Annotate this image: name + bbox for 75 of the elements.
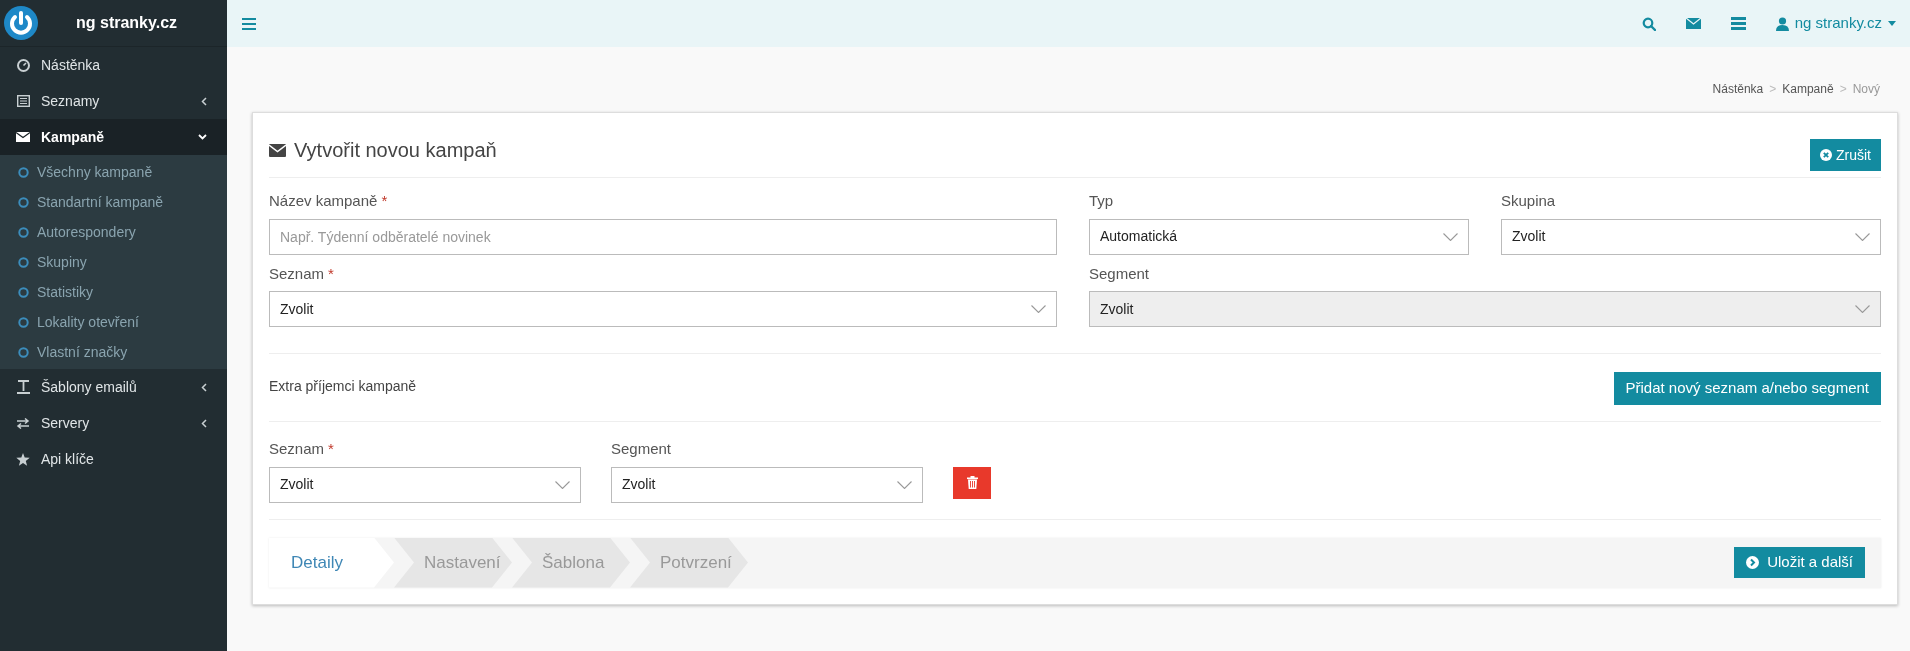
select-field[interactable]: Automatická — [1089, 218, 1469, 255]
chevron-down-icon — [1855, 232, 1870, 241]
save-next-button[interactable]: Uložit a další — [1734, 547, 1865, 578]
select-field[interactable]: Zvolit — [269, 291, 1057, 327]
chevron-down-icon — [1443, 232, 1458, 241]
breadcrumb-separator: > — [1839, 81, 1847, 98]
circle-icon — [18, 166, 29, 178]
envelope-icon[interactable] — [1685, 18, 1701, 29]
sidebar-subitem[interactable]: Lokality otevření — [0, 307, 227, 337]
wizard-step[interactable]: Potvrzení — [630, 537, 748, 588]
wizard-step[interactable]: Detaily — [269, 537, 394, 588]
sidebar-item[interactable]: Seznamy — [0, 83, 227, 119]
field-label: Seznam — [269, 439, 325, 459]
server-list-icon[interactable] — [1730, 17, 1746, 30]
breadcrumb-link[interactable]: Nástěnka — [1712, 80, 1764, 98]
user-menu[interactable]: ng stranky.cz — [1775, 12, 1896, 35]
user-icon — [1775, 16, 1789, 31]
circle-icon — [18, 316, 29, 328]
select-field[interactable]: Zvolit — [611, 466, 923, 503]
chevron-down-icon — [1855, 305, 1870, 313]
section-label: Extra příjemci kampaně — [269, 377, 417, 396]
brand-name: ng stranky.cz — [76, 13, 178, 33]
circle-icon — [18, 196, 29, 208]
sidebar-subitem[interactable]: Standartní kampaně — [0, 187, 227, 217]
sidebar-subitem[interactable]: Skupiny — [0, 247, 227, 277]
field-label: Segment — [611, 439, 672, 459]
trash-icon — [966, 476, 978, 489]
sidebar-item[interactable]: Kampaně — [0, 119, 227, 155]
caret-icon — [1888, 21, 1896, 26]
add-list-button[interactable]: Přidat nový seznam a/nebo segment — [1613, 372, 1881, 405]
select-field[interactable]: Zvolit — [269, 466, 581, 503]
sidebar-subitem[interactable]: Vlastní značky — [0, 337, 227, 367]
wizard-step[interactable]: Nastavení — [394, 537, 512, 588]
circle-icon — [18, 226, 29, 238]
field-label: Skupina — [1501, 191, 1556, 211]
sidebar-subitem[interactable]: Všechny kampaně — [0, 157, 227, 187]
list-icon — [16, 95, 30, 107]
circle-icon — [18, 286, 29, 298]
chevron-circle-icon — [1746, 556, 1760, 569]
power-logo-icon — [4, 6, 38, 40]
search-icon[interactable] — [1641, 16, 1656, 31]
sidebar-item[interactable]: Servery — [0, 405, 227, 441]
close-circle-icon — [1820, 149, 1832, 161]
breadcrumb-separator: > — [1769, 81, 1777, 98]
circle-icon — [18, 346, 29, 358]
card-title: Vytvořit novou kampaň — [294, 138, 497, 163]
delete-button[interactable] — [953, 466, 991, 499]
field-label: Segment — [1089, 263, 1150, 284]
text-icon — [16, 380, 30, 394]
required-mark: * — [328, 263, 334, 284]
select-field[interactable]: Zvolit — [1501, 218, 1881, 255]
exchange-icon — [16, 417, 30, 429]
circle-icon — [18, 256, 29, 268]
cancel-button[interactable]: Zrušit — [1810, 139, 1881, 171]
dashboard-icon — [16, 58, 30, 72]
menu-icon[interactable] — [242, 17, 256, 30]
chevron-down-icon — [897, 480, 912, 489]
wizard-step[interactable]: Šablona — [512, 537, 630, 588]
field-label: Název kampaně — [269, 191, 378, 211]
text-input[interactable]: Např. Týdenní odběratelé novinek — [269, 218, 1057, 255]
chevron-down-icon — [1031, 305, 1046, 313]
breadcrumb-link[interactable]: Kampaně — [1782, 80, 1834, 98]
field-label: Seznam — [269, 263, 325, 284]
field-label: Typ — [1089, 191, 1114, 211]
envelope-icon — [16, 132, 30, 142]
envelope-icon — [269, 143, 286, 157]
star-icon — [16, 452, 30, 466]
sidebar-subitem[interactable]: Autorespondery — [0, 217, 227, 247]
sidebar-item[interactable]: Nástěnka — [0, 47, 227, 83]
sidebar-item[interactable]: Api klíče — [0, 441, 227, 477]
required-mark: * — [328, 439, 334, 459]
chevron-down-icon — [555, 480, 570, 489]
sidebar-item[interactable]: Šablony emailů — [0, 369, 227, 405]
sidebar-subitem[interactable]: Statistiky — [0, 277, 227, 307]
required-mark: * — [381, 191, 388, 211]
